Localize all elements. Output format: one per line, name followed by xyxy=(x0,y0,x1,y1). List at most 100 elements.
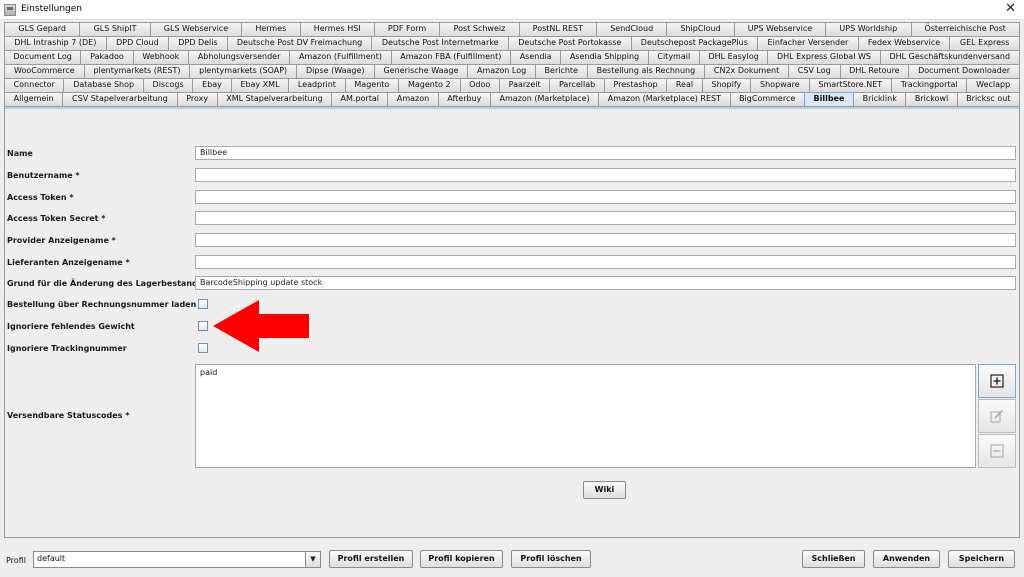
tab-pdf-form[interactable]: PDF Form xyxy=(373,22,441,36)
tab-am-portal[interactable]: AM.portal xyxy=(331,92,389,106)
profil-select[interactable]: default ▼ xyxy=(33,551,321,568)
tab-dhl-retoure[interactable]: DHL Retoure xyxy=(839,64,910,78)
access-token-field[interactable] xyxy=(195,190,1016,204)
statuscodes-textarea[interactable]: paid xyxy=(195,364,976,468)
edit-status-button[interactable] xyxy=(978,399,1016,433)
tab-einfacher-versender[interactable]: Einfacher Versender xyxy=(757,36,859,50)
tab-amazon-fba-fulfillment[interactable]: Amazon FBA (Fulfillment) xyxy=(390,50,511,64)
profil-loeschen-button[interactable]: Profil löschen xyxy=(511,550,591,568)
tab-discogs[interactable]: Discogs xyxy=(142,78,194,92)
ignoriere-tracking-checkbox[interactable] xyxy=(198,343,208,353)
tab-dhl-intraship-7-de[interactable]: DHL Intraship 7 (DE) xyxy=(4,36,107,50)
tab-amazon[interactable]: Amazon xyxy=(387,92,439,106)
tab-dhl-geschäftskundenversand[interactable]: DHL Geschäftskundenversand xyxy=(879,50,1020,64)
tab-berichte[interactable]: Berichte xyxy=(534,64,588,78)
benutzername-field[interactable] xyxy=(195,168,1016,182)
tab-generische-waage[interactable]: Generische Waage xyxy=(373,64,469,78)
tab-prestashop[interactable]: Prestashop xyxy=(603,78,668,92)
tab-asendia[interactable]: Asendia xyxy=(509,50,562,64)
tab-real[interactable]: Real xyxy=(666,78,703,92)
chevron-down-icon[interactable]: ▼ xyxy=(305,552,320,567)
tab-gls-gepard[interactable]: GLS Gepard xyxy=(4,22,81,36)
tab-database-shop[interactable]: Database Shop xyxy=(63,78,144,92)
lieferanten-field[interactable] xyxy=(195,255,1016,269)
tab-gls-shipit[interactable]: GLS ShipIT xyxy=(79,22,151,36)
name-field[interactable]: Billbee xyxy=(195,146,1016,160)
tab-allgemein[interactable]: Allgemein xyxy=(4,92,64,106)
tab-dipse-waage[interactable]: Dipse (Waage) xyxy=(295,64,375,78)
tab-woocommerce[interactable]: WooCommerce xyxy=(4,64,85,78)
anwenden-button[interactable]: Anwenden xyxy=(873,550,940,568)
tab-afterbuy[interactable]: Afterbuy xyxy=(437,92,491,106)
tab-hermes[interactable]: Hermes xyxy=(241,22,301,36)
tab-proxy[interactable]: Proxy xyxy=(176,92,218,106)
wiki-button[interactable]: Wiki xyxy=(583,481,626,499)
tab-ups-worldship[interactable]: UPS Worldship xyxy=(825,22,912,36)
tab-trackingportal[interactable]: Trackingportal xyxy=(891,78,968,92)
tab-smartstore-net[interactable]: SmartStore.NET xyxy=(808,78,892,92)
tab-plentymarkets-rest[interactable]: plentymarkets (REST) xyxy=(83,64,191,78)
tab-document-log[interactable]: Document Log xyxy=(4,50,82,64)
tab-deutsche-post-dv-freimachung[interactable]: Deutsche Post DV Freimachung xyxy=(226,36,373,50)
speichern-button[interactable]: Speichern xyxy=(948,550,1015,568)
tab-gel-express[interactable]: GEL Express xyxy=(949,36,1020,50)
tab-connector[interactable]: Connector xyxy=(4,78,65,92)
tab-document-downloader[interactable]: Document Downloader xyxy=(908,64,1020,78)
close-button[interactable]: ✕ xyxy=(1005,1,1016,16)
tab-shopware[interactable]: Shopware xyxy=(750,78,810,92)
tab-pakadoo[interactable]: Pakadoo xyxy=(80,50,134,64)
tab-csv-stapelverarbeitung[interactable]: CSV Stapelverarbeitung xyxy=(62,92,178,106)
tab-österreichische-post[interactable]: Österreichische Post xyxy=(910,22,1020,36)
tab-gls-webservice[interactable]: GLS Webservice xyxy=(149,22,243,36)
access-token-secret-field[interactable] xyxy=(195,211,1016,225)
tab-amazon-log[interactable]: Amazon Log xyxy=(467,64,536,78)
tab-shipcloud[interactable]: ShipCloud xyxy=(666,22,735,36)
tab-odoo[interactable]: Odoo xyxy=(459,78,500,92)
tab-hermes-hsi[interactable]: Hermes HSI xyxy=(299,22,375,36)
tab-shopify[interactable]: Shopify xyxy=(701,78,752,92)
tab-abholungsversender[interactable]: Abholungsversender xyxy=(187,50,291,64)
tab-brickowl[interactable]: Brickowl xyxy=(905,92,958,106)
tab-billbee[interactable]: Billbee xyxy=(803,92,855,106)
tab-magento[interactable]: Magento xyxy=(344,78,400,92)
tab-magento-2[interactable]: Magento 2 xyxy=(398,78,461,92)
tab-dpd-delis[interactable]: DPD Delis xyxy=(168,36,228,50)
tab-bricksc-out[interactable]: Bricksc out xyxy=(956,92,1020,106)
tab-weclapp[interactable]: Weclapp xyxy=(966,78,1020,92)
tab-post-schweiz[interactable]: Post Schweiz xyxy=(439,22,520,36)
tab-xml-stapelverarbeitung[interactable]: XML Stapelverarbeitung xyxy=(216,92,333,106)
tab-ebay-xml[interactable]: Ebay XML xyxy=(230,78,290,92)
tab-leadprint[interactable]: Leadprint xyxy=(288,78,346,92)
tab-deutsche-post-portokasse[interactable]: Deutsche Post Portokasse xyxy=(507,36,632,50)
tab-dhl-express-global-ws[interactable]: DHL Express Global WS xyxy=(767,50,881,64)
tab-postnl-rest[interactable]: PostNL REST xyxy=(518,22,597,36)
tab-deutsche-post-internetmarke[interactable]: Deutsche Post Internetmarke xyxy=(371,36,509,50)
tab-citymail[interactable]: Citymail xyxy=(647,50,700,64)
tab-amazon-marketplace-rest[interactable]: Amazon (Marketplace) REST xyxy=(598,92,731,106)
tab-deutschepost-packageplus[interactable]: Deutschepost PackagePlus xyxy=(630,36,759,50)
ignoriere-gewicht-checkbox[interactable] xyxy=(198,321,208,331)
tab-paarzeit[interactable]: Paarzeit xyxy=(498,78,551,92)
tab-amazon-fulfillment[interactable]: Amazon (Fulfillment) xyxy=(289,50,392,64)
remove-status-button[interactable] xyxy=(978,434,1016,468)
profil-kopieren-button[interactable]: Profil kopieren xyxy=(420,550,503,568)
tab-sendcloud[interactable]: SendCloud xyxy=(596,22,668,36)
tab-asendia-shipping[interactable]: Asendia Shipping xyxy=(560,50,649,64)
profil-erstellen-button[interactable]: Profil erstellen xyxy=(329,550,413,568)
provider-field[interactable] xyxy=(195,233,1016,247)
tab-fedex-webservice[interactable]: Fedex Webservice xyxy=(857,36,951,50)
tab-csv-log[interactable]: CSV Log xyxy=(787,64,841,78)
tab-cn2x-dokument[interactable]: CN2x Dokument xyxy=(704,64,789,78)
tab-amazon-marketplace[interactable]: Amazon (Marketplace) xyxy=(489,92,600,106)
tab-plentymarkets-soap[interactable]: plentymarkets (SOAP) xyxy=(189,64,297,78)
tab-dhl-easylog[interactable]: DHL Easylog xyxy=(698,50,769,64)
tab-dpd-cloud[interactable]: DPD Cloud xyxy=(105,36,170,50)
tab-parcellab[interactable]: Parcellab xyxy=(549,78,605,92)
bestellung-checkbox[interactable] xyxy=(198,299,208,309)
schliessen-button[interactable]: Schließen xyxy=(802,550,865,568)
tab-bestellung-als-rechnung[interactable]: Bestellung als Rechnung xyxy=(586,64,706,78)
grund-field[interactable]: BarcodeShipping update stock xyxy=(195,276,1016,290)
tab-bricklink[interactable]: Bricklink xyxy=(853,92,907,106)
tab-ebay[interactable]: Ebay xyxy=(192,78,232,92)
tab-bigcommerce[interactable]: BigCommerce xyxy=(729,92,805,106)
